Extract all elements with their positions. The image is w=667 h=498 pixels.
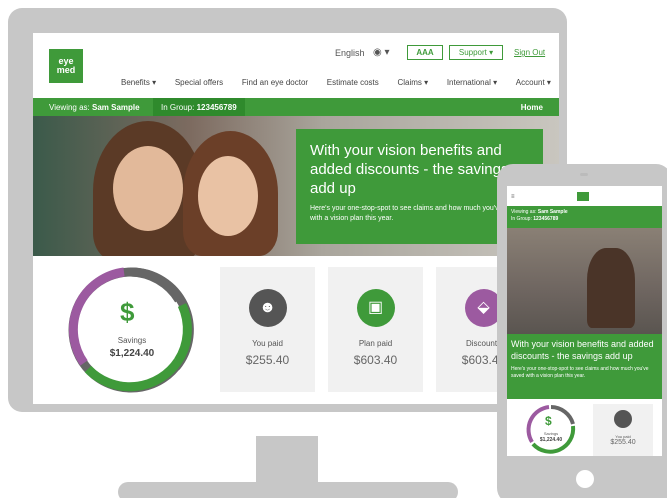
card-label: Plan paid xyxy=(358,339,393,348)
money-icon: ▣ xyxy=(356,289,395,327)
group-info: In Group: 123456789 xyxy=(153,98,245,116)
mobile-you-paid-card: You paid $255.40 xyxy=(593,404,653,456)
dollar-icon: $ xyxy=(120,297,135,327)
monitor-stand xyxy=(256,436,318,486)
phone-screen: ≡ Viewing as: Sam Sample In Group: 12345… xyxy=(507,186,662,456)
mobile-savings-donut xyxy=(526,405,576,454)
main-nav: Benefits ▾ Special offers Find an eye do… xyxy=(121,78,551,87)
member-bar: Viewing as: Sam Sample In Group: 1234567… xyxy=(33,98,559,116)
mobile-hero-photo xyxy=(507,228,662,334)
mobile-person-icon xyxy=(614,410,632,428)
mobile-hero-subtitle: Here's your one-stop-spot to see claims … xyxy=(511,366,649,379)
menu-icon[interactable]: ≡ xyxy=(511,194,515,200)
nav-special-offers[interactable]: Special offers xyxy=(175,78,223,87)
mobile-hero-card: With your vision benefits and added disc… xyxy=(507,334,662,399)
language-select[interactable]: English xyxy=(335,48,365,58)
mobile-dollar-icon: $ xyxy=(545,414,552,428)
card-value: $255.40 xyxy=(245,353,290,367)
mobile-card-value: $255.40 xyxy=(610,439,636,446)
text-size-button[interactable]: AAA xyxy=(407,45,443,60)
monitor-base xyxy=(118,482,458,498)
eyemed-logo-mobile[interactable] xyxy=(577,192,589,201)
nav-find-eye-doctor[interactable]: Find an eye doctor xyxy=(242,78,308,87)
savings-value: $1,224.40 xyxy=(109,348,155,359)
support-button[interactable]: Support ▾ xyxy=(449,45,503,60)
mobile-hero-person xyxy=(587,248,635,328)
donut-right xyxy=(174,303,192,364)
desktop-monitor: eye med English ◉ ▾ AAA Support ▾ Sign Ou… xyxy=(8,8,567,412)
hero-face-1 xyxy=(113,146,183,231)
card-label: You paid xyxy=(252,339,283,348)
nav-benefits[interactable]: Benefits ▾ xyxy=(121,78,156,87)
nav-account[interactable]: Account ▾ xyxy=(516,78,551,87)
person-icon: ☻ xyxy=(248,289,287,327)
phone-device: ≡ Viewing as: Sam Sample In Group: 12345… xyxy=(497,164,667,498)
card-value: $603.40 xyxy=(353,353,398,367)
hero-banner: With your vision benefits and added disc… xyxy=(33,116,559,256)
donut-top xyxy=(129,267,183,303)
savings-label: Savings xyxy=(117,336,147,345)
eyemed-logo[interactable]: eye med xyxy=(49,49,83,83)
globe-icon[interactable]: ◉ ▾ xyxy=(373,47,390,58)
you-paid-card: ☻ You paid $255.40 xyxy=(220,267,315,392)
sign-out-link[interactable]: Sign Out xyxy=(514,48,545,57)
nav-estimate-costs[interactable]: Estimate costs xyxy=(327,78,379,87)
mobile-member-bar: Viewing as: Sam Sample In Group: 1234567… xyxy=(507,206,662,228)
mobile-savings-label: Savings xyxy=(543,431,559,436)
donut-segment-plan-paid xyxy=(84,358,182,392)
nav-international[interactable]: International ▾ xyxy=(447,78,497,87)
hero-face-2 xyxy=(198,156,258,236)
desktop-screen: eye med English ◉ ▾ AAA Support ▾ Sign Ou… xyxy=(33,33,559,404)
viewing-as: Viewing as: Sam Sample xyxy=(49,103,140,112)
savings-donut xyxy=(68,267,194,393)
phone-home-button[interactable] xyxy=(576,470,594,488)
nav-claims[interactable]: Claims ▾ xyxy=(397,78,428,87)
plan-paid-card: ▣ Plan paid $603.40 xyxy=(328,267,423,392)
mobile-savings-value: $1,224.40 xyxy=(539,437,563,443)
phone-camera xyxy=(580,173,588,176)
mobile-hero-title: With your vision benefits and added disc… xyxy=(511,339,654,361)
mobile-donut-grey xyxy=(550,405,575,425)
home-link[interactable]: Home xyxy=(521,103,543,112)
